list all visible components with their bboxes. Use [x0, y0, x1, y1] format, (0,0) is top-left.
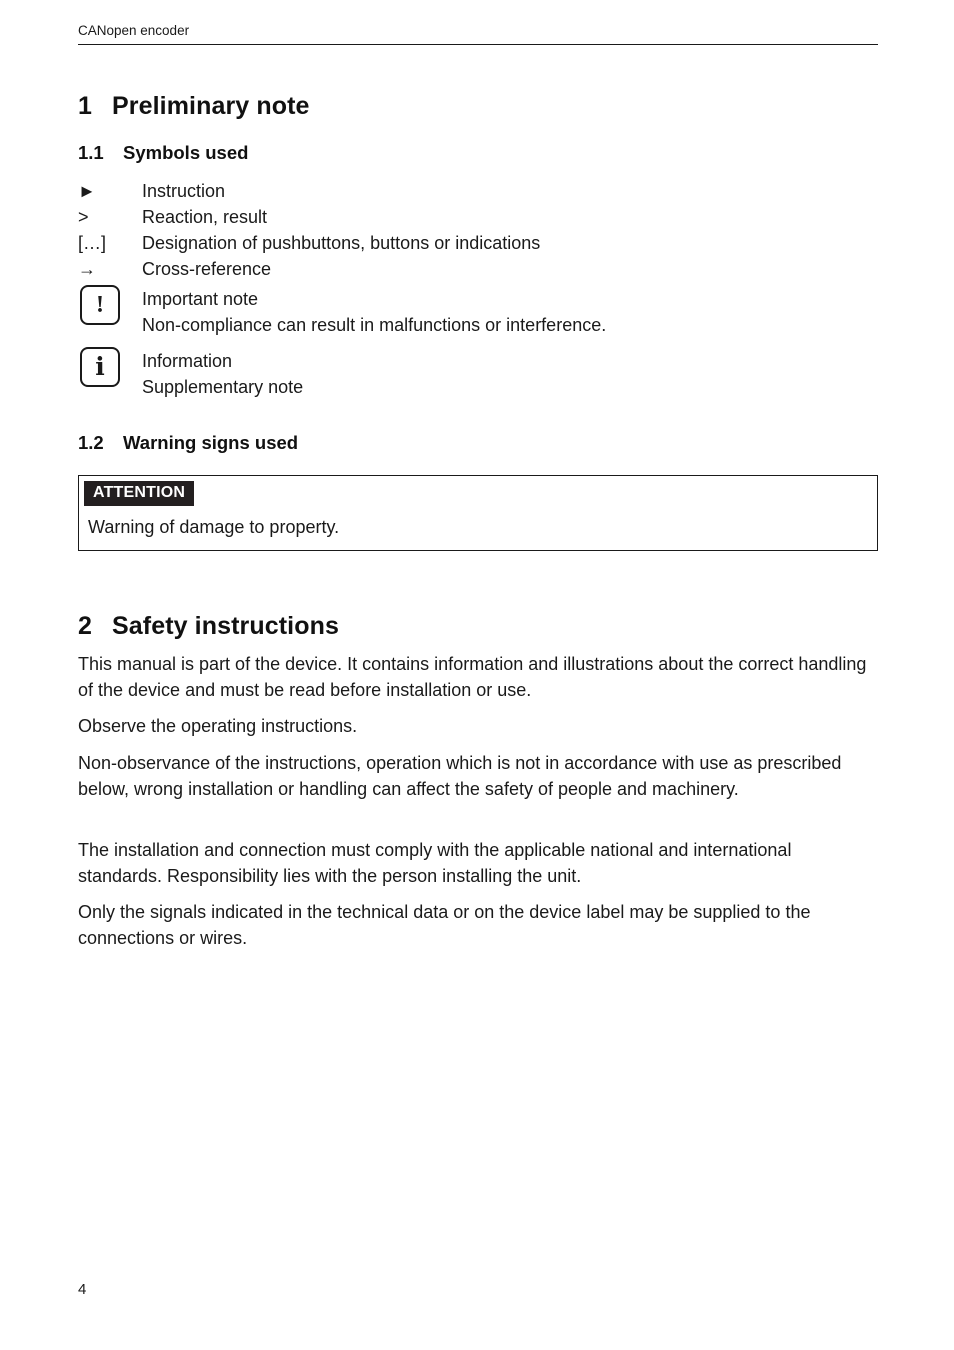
page-header: CANopen encoder	[78, 23, 878, 39]
symbol-row-reaction: > Reaction, result	[78, 204, 878, 230]
paragraph-manual-part-of-device: This manual is part of the device. It co…	[78, 654, 867, 700]
important-note-line1: Important note	[142, 289, 259, 309]
header-divider	[78, 44, 878, 45]
paragraph-non-observance: Non-observance of the instructions, oper…	[78, 753, 842, 799]
information-text: Information Supplementary note	[142, 348, 902, 400]
heading-1-2-text: Warning signs used	[123, 432, 299, 453]
symbol-label-instruction: Instruction	[142, 181, 226, 201]
symbol-label-reaction: Reaction, result	[142, 207, 268, 227]
heading-2-text: Safety instructions	[112, 612, 339, 640]
status-badge-attention: ATTENTION	[84, 481, 195, 506]
important-note-line2: Non-compliance can result in malfunction…	[142, 315, 607, 335]
arrow-right-symbol: ►	[78, 181, 96, 201]
square-brackets-symbol: […]	[78, 233, 107, 253]
attention-box-text: Warning of damage to property.	[88, 517, 340, 537]
information-line1: Information	[142, 351, 233, 371]
symbol-row-designation: […] Designation of pushbuttons, buttons …	[78, 230, 878, 256]
greater-than-symbol: >	[78, 207, 89, 227]
heading-1-2-number: 1.2	[78, 432, 104, 453]
symbol-row-cross-reference: → Cross-reference	[78, 256, 878, 282]
information-line2: Supplementary note	[142, 377, 304, 397]
heading-1-2-warning-signs-used: 1.2 Warning signs used	[78, 432, 298, 454]
heading-2-safety-instructions: 2 Safety instructions	[78, 612, 339, 641]
page-number: 4	[78, 1281, 87, 1298]
paragraph-observe-operating-instructions: Observe the operating instructions.	[78, 716, 358, 736]
symbol-label-designation: Designation of pushbuttons, buttons or i…	[142, 233, 541, 253]
document-page: CANopen encoder 1 Preliminary note 1.1 Sym…	[0, 0, 954, 1350]
paragraph-installation-standards: The installation and connection must com…	[78, 840, 792, 886]
running-head: CANopen encoder	[78, 23, 190, 38]
attention-box: ATTENTION Warning of damage to property.	[78, 475, 878, 551]
heading-1-1-text: Symbols used	[123, 142, 249, 163]
heading-1-text: Preliminary note	[112, 92, 310, 120]
heading-1-1-number: 1.1	[78, 142, 104, 163]
paragraph-signals-technical-data: Only the signals indicated in the techni…	[78, 902, 811, 948]
heading-1-preliminary-note: 1 Preliminary note	[78, 92, 310, 121]
information-glyph: ℹ	[95, 354, 105, 381]
important-note-text: Important note Non-compliance can result…	[142, 286, 902, 338]
symbol-row-instruction: ► Instruction	[78, 178, 878, 204]
symbol-label-cross-reference: Cross-reference	[142, 259, 272, 279]
cross-reference-arrow-symbol: →	[78, 259, 96, 279]
heading-2-number: 2	[78, 612, 93, 640]
exclamation-mark-icon: !	[80, 285, 120, 325]
heading-1-1-symbols-used: 1.1 Symbols used	[78, 142, 248, 164]
heading-1-number: 1	[78, 92, 93, 120]
information-icon: ℹ	[80, 347, 120, 387]
exclamation-glyph: !	[96, 292, 104, 318]
